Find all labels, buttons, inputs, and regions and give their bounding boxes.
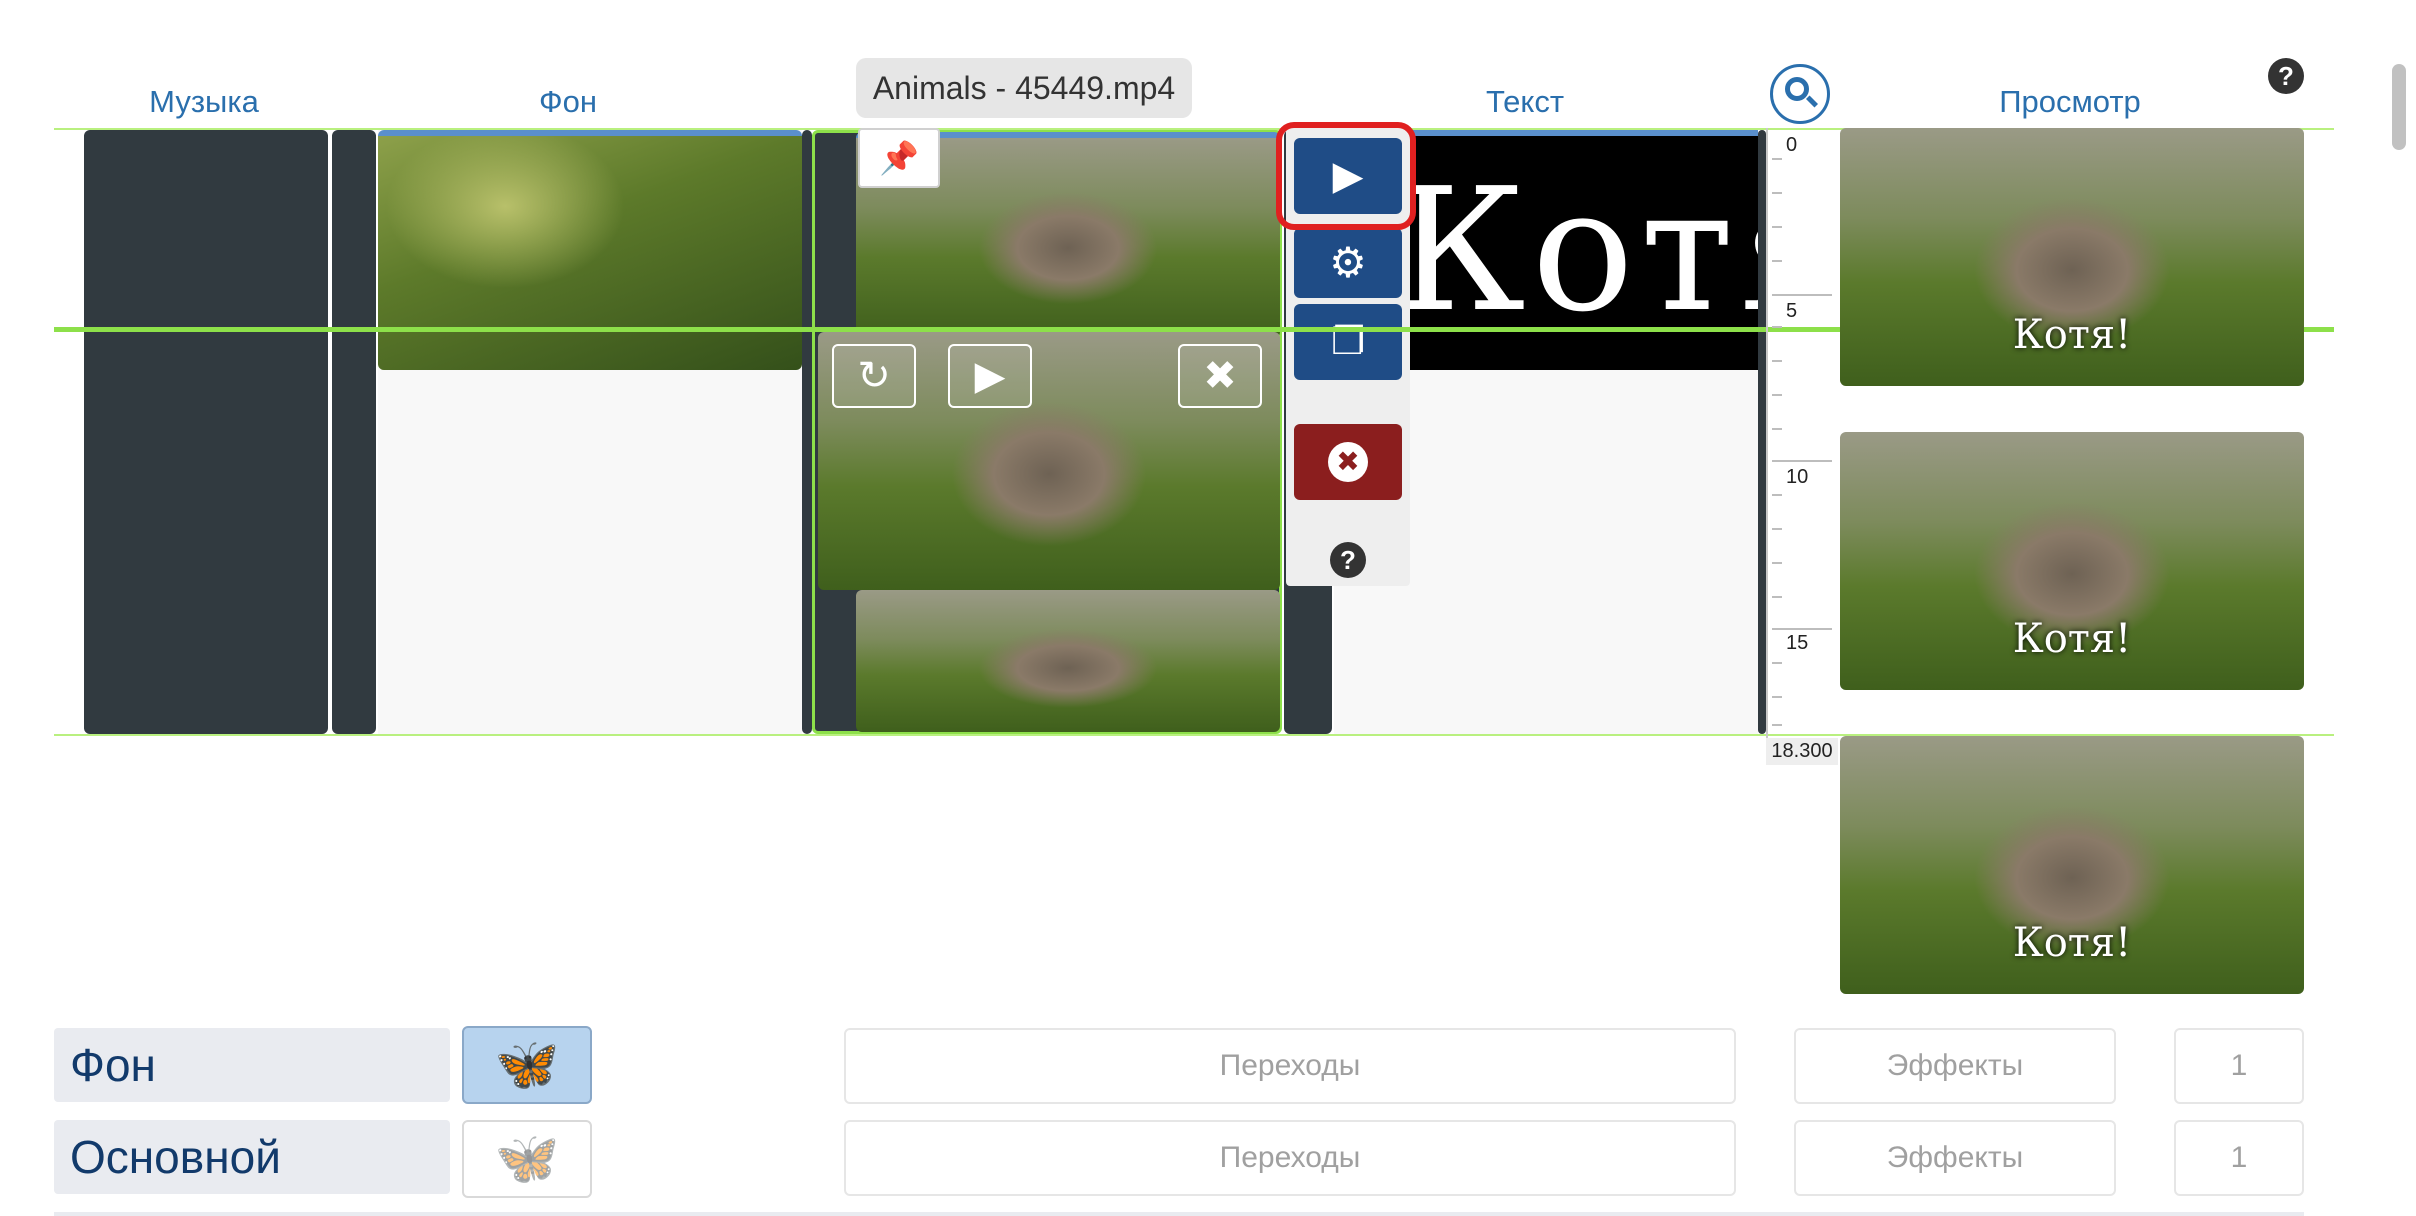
background-track-edge — [802, 130, 812, 734]
header-preview: Просмотр — [1999, 84, 2141, 119]
video-clip-bottom[interactable] — [856, 590, 1280, 732]
copy-button[interactable]: ❐ — [1294, 304, 1402, 380]
refresh-button[interactable]: ↻ — [832, 344, 916, 408]
clip-remove-button[interactable]: ✖ — [1178, 344, 1262, 408]
pin-icon: 📌 — [879, 140, 919, 176]
settings-button[interactable]: ⚙ — [1294, 228, 1402, 298]
play-highlight — [1276, 122, 1416, 230]
ruler-label-end: 18.300 — [1766, 738, 1838, 765]
music-track[interactable] — [84, 130, 328, 734]
preview-caption: Котя! — [2012, 312, 2132, 358]
effects-button[interactable]: Эффекты — [1794, 1028, 2116, 1104]
preview-frame-3[interactable]: Котя! — [1840, 736, 2304, 994]
next-row-hint — [54, 1212, 2304, 1216]
help-icon[interactable]: ? — [2268, 58, 2304, 94]
row-label-background: Фон — [54, 1028, 450, 1102]
text-clip-caption: Котя! — [1394, 152, 1758, 350]
close-icon: ✖ — [1203, 354, 1237, 398]
ruler-label-0: 0 — [1786, 134, 1798, 156]
preview-caption: Котя! — [2012, 616, 2132, 662]
header-background: Фон — [539, 84, 597, 119]
zoom-button[interactable] — [1770, 64, 1830, 124]
transitions-button[interactable]: Переходы — [844, 1120, 1736, 1196]
preview-caption: Котя! — [2012, 920, 2132, 966]
effects-button[interactable]: Эффекты — [1794, 1120, 2116, 1196]
ruler-label-10: 10 — [1786, 466, 1809, 488]
header-music: Музыка — [149, 84, 259, 119]
ruler-label-15: 15 — [1786, 632, 1809, 654]
header-text: Текст — [1485, 84, 1565, 119]
refresh-icon: ↻ — [857, 354, 891, 398]
header-file-name: Animals - 45449.mp4 — [856, 58, 1192, 118]
toolbar-help-icon[interactable]: ? — [1330, 542, 1366, 578]
butterfly-icon: 🦋 — [494, 1130, 560, 1188]
row-thumb-main[interactable]: 🦋 — [462, 1120, 592, 1198]
scrollbar-thumb[interactable] — [2392, 64, 2406, 150]
clip-play-button[interactable]: ▶ — [948, 344, 1032, 408]
preview-frame-1[interactable]: Котя! — [1840, 128, 2304, 386]
music-track-right — [332, 130, 376, 734]
row-label-main: Основной — [54, 1120, 450, 1194]
count-field[interactable]: 1 — [2174, 1028, 2304, 1104]
play-icon: ▶ — [974, 354, 1006, 398]
zoom-icon — [1785, 77, 1809, 101]
delete-button[interactable]: ✖ — [1294, 424, 1402, 500]
gear-icon: ⚙ — [1329, 239, 1367, 286]
count-field[interactable]: 1 — [2174, 1120, 2304, 1196]
transitions-button[interactable]: Переходы — [844, 1028, 1736, 1104]
pin-button[interactable]: 📌 — [858, 128, 940, 188]
preview-frame-2[interactable]: Котя! — [1840, 432, 2304, 690]
close-circle-icon: ✖ — [1328, 442, 1368, 482]
row-thumb-background[interactable]: 🦋 — [462, 1026, 592, 1104]
text-track-edge — [1758, 130, 1766, 734]
butterfly-icon: 🦋 — [494, 1036, 560, 1094]
ruler-label-5: 5 — [1786, 300, 1798, 322]
background-clip[interactable] — [378, 130, 802, 370]
